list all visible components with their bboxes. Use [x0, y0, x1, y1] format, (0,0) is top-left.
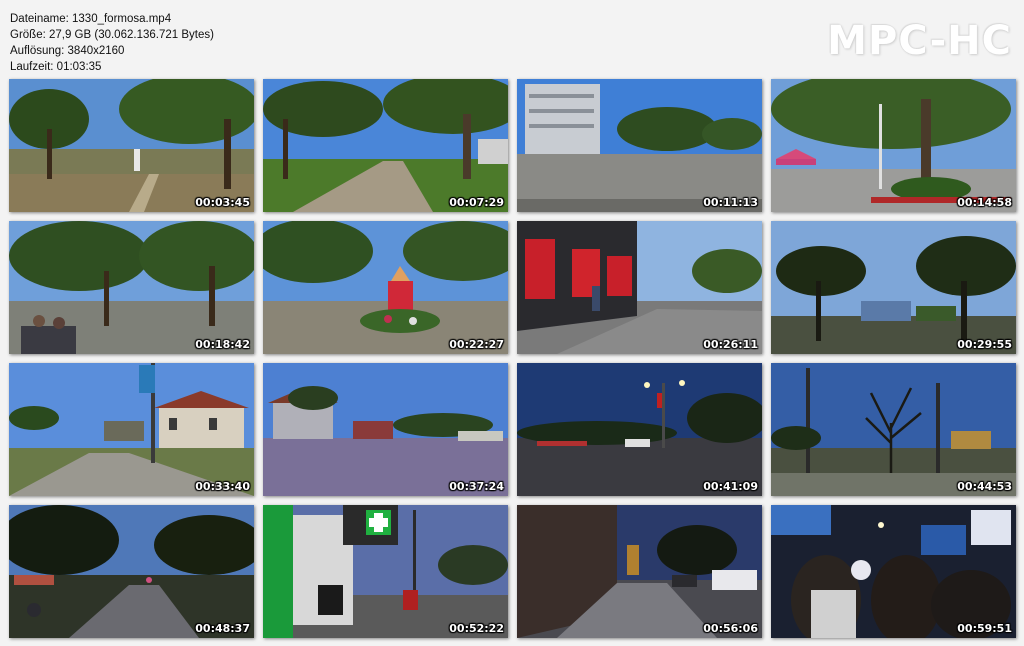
thumbnail-6[interactable]: 00:22:27: [263, 221, 508, 354]
thumbnail-grid: 00:03:45 00:07:29 00:11:13 00:14:58 00:1…: [9, 79, 1016, 638]
thumbnail-3[interactable]: 00:11:13: [517, 79, 762, 212]
thumbnail-13[interactable]: 00:48:37: [9, 505, 254, 638]
timestamp: 00:11:13: [703, 196, 758, 209]
thumbnail-image: [771, 79, 1016, 212]
thumbnail-image: [517, 79, 762, 212]
duration-label: Laufzeit: 01:03:35: [10, 61, 102, 73]
thumbnail-10[interactable]: 00:37:24: [263, 363, 508, 496]
thumbnail-image: [771, 363, 1016, 496]
thumbnail-image: [517, 221, 762, 354]
thumbnail-image: [263, 79, 508, 212]
thumbnail-8[interactable]: 00:29:55: [771, 221, 1016, 354]
thumbnail-7[interactable]: 00:26:11: [517, 221, 762, 354]
thumbnail-image: [263, 363, 508, 496]
filesize-label: Größe: 27,9 GB (30.062.136.721 Bytes): [10, 29, 214, 41]
thumbnail-1[interactable]: 00:03:45: [9, 79, 254, 212]
thumbnail-image: [517, 505, 762, 638]
timestamp: 00:18:42: [195, 338, 250, 351]
timestamp: 00:37:24: [449, 480, 504, 493]
thumbnail-image: [771, 221, 1016, 354]
timestamp: 00:48:37: [195, 622, 250, 635]
thumbnail-image: [9, 79, 254, 212]
thumbnail-14[interactable]: 00:52:22: [263, 505, 508, 638]
thumbnail-2[interactable]: 00:07:29: [263, 79, 508, 212]
thumbnail-image: [9, 363, 254, 496]
thumbnail-16[interactable]: 00:59:51: [771, 505, 1016, 638]
thumbnail-12[interactable]: 00:44:53: [771, 363, 1016, 496]
timestamp: 00:22:27: [449, 338, 504, 351]
timestamp: 00:33:40: [195, 480, 250, 493]
thumbnail-image: [263, 221, 508, 354]
mpc-hc-logo: MPC-HC: [827, 18, 1012, 64]
thumbnail-image: [771, 505, 1016, 638]
resolution-label: Auflösung: 3840x2160: [10, 45, 125, 57]
timestamp: 00:44:53: [957, 480, 1012, 493]
thumbnail-15[interactable]: 00:56:06: [517, 505, 762, 638]
filename-label: Dateiname: 1330_formosa.mp4: [10, 13, 172, 25]
timestamp: 00:26:11: [703, 338, 758, 351]
thumbnail-11[interactable]: 00:41:09: [517, 363, 762, 496]
timestamp: 00:56:06: [703, 622, 758, 635]
timestamp: 00:14:58: [957, 196, 1012, 209]
timestamp: 00:03:45: [195, 196, 250, 209]
timestamp: 00:41:09: [703, 480, 758, 493]
thumbnail-image: [517, 363, 762, 496]
timestamp: 00:59:51: [957, 622, 1012, 635]
file-info-panel: Dateiname: 1330_formosa.mp4 Größe: 27,9 …: [10, 11, 214, 75]
thumbnail-image: [263, 505, 508, 638]
timestamp: 00:29:55: [957, 338, 1012, 351]
thumbnail-9[interactable]: 00:33:40: [9, 363, 254, 496]
thumbnail-4[interactable]: 00:14:58: [771, 79, 1016, 212]
thumbnail-image: [9, 505, 254, 638]
timestamp: 00:52:22: [449, 622, 504, 635]
timestamp: 00:07:29: [449, 196, 504, 209]
thumbnail-image: [9, 221, 254, 354]
thumbnail-5[interactable]: 00:18:42: [9, 221, 254, 354]
